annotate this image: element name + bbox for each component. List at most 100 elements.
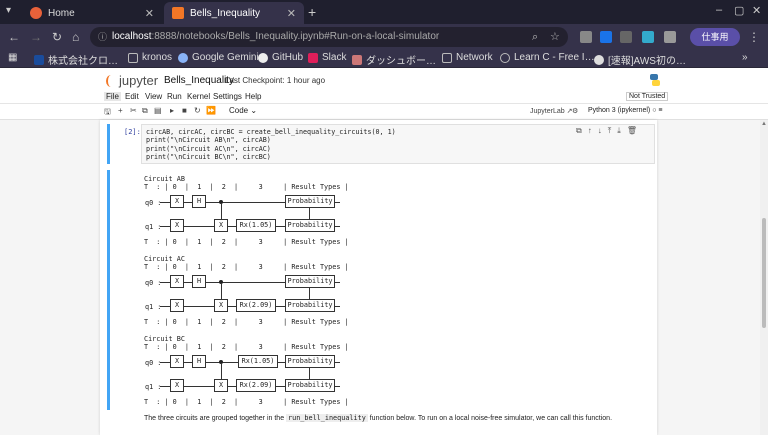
insert-above-icon[interactable]: ⤒	[608, 126, 612, 136]
profile-button[interactable]: 仕事用	[690, 28, 740, 46]
quantum-gate: Rx(2.09)	[236, 299, 276, 312]
bookmark-star-icon[interactable]: ☆	[550, 27, 560, 47]
jupyter-logo[interactable]: jupyter	[106, 73, 158, 88]
jupyterlab-link[interactable]: JupyterLab ↗	[530, 107, 572, 115]
back-icon[interactable]: ←	[8, 30, 20, 44]
minimize-icon[interactable]: –	[716, 4, 722, 16]
result-connector	[309, 208, 310, 219]
menu-settings[interactable]: Settings	[213, 92, 242, 101]
extension-icon[interactable]	[642, 31, 654, 43]
output-collapse-bar[interactable]	[107, 170, 110, 410]
result-probability-box: Probability	[285, 379, 335, 392]
delete-cell-icon[interactable]: 🗑	[627, 126, 637, 136]
extension-icon[interactable]	[620, 31, 632, 43]
folder-icon	[128, 52, 138, 63]
menu-view[interactable]: View	[145, 92, 162, 101]
restart-icon[interactable]: ↻	[194, 106, 201, 115]
bookmark-label: [速報]AWS初の…	[608, 56, 686, 67]
circuit-time-footer: T : | 0 | 1 | 2 | 3 | Result Types |	[144, 238, 349, 246]
zoom-icon[interactable]: ⌕	[532, 27, 538, 47]
bookmark-label: Network	[456, 52, 493, 63]
bookmark-item[interactable]: kronos	[128, 52, 172, 63]
home-tab-icon	[30, 7, 42, 19]
bookmark-label: Learn C - Free I…	[514, 52, 595, 63]
menu-kernel[interactable]: Kernel	[187, 92, 210, 101]
insert-below-icon[interactable]: ⤓	[617, 126, 621, 136]
markdown-paragraph: The three circuits are grouped together …	[144, 414, 612, 422]
quantum-gate: X	[170, 379, 184, 392]
bookmark-item[interactable]: ダッシュボー…	[352, 52, 436, 67]
stop-icon[interactable]: ■	[182, 106, 187, 115]
kernel-indicator[interactable]: Python 3 (ipykernel) ○ ≡	[588, 107, 662, 114]
code-line: circAB, circAC, circBC = create_bell_ine…	[146, 128, 396, 136]
tab-bells-inequality[interactable]: Bells_Inequality ✕	[164, 2, 304, 24]
forward-icon[interactable]: →	[30, 30, 42, 44]
bookmark-icon	[34, 54, 44, 65]
circuit-time-header: T : | 0 | 1 | 2 | 3 | Result Types |	[144, 263, 349, 271]
bookmark-label: kronos	[142, 52, 173, 63]
address-bar[interactable]: ⓘ localhost:8888/notebooks/Bells_Inequal…	[90, 27, 568, 47]
result-connector	[309, 368, 310, 379]
menu-edit[interactable]: Edit	[125, 92, 139, 101]
browser-menu-icon[interactable]: ⋮	[748, 30, 760, 44]
bookmark-item[interactable]: Google Gemini	[178, 52, 259, 63]
scroll-up-icon[interactable]: ▲	[761, 121, 767, 127]
bookmark-item[interactable]: [速報]AWS初の…	[594, 52, 686, 67]
menu-run[interactable]: Run	[167, 92, 182, 101]
extension-icon[interactable]	[580, 31, 592, 43]
scrollbar-thumb[interactable]	[762, 218, 766, 328]
github-icon	[258, 52, 268, 63]
add-cell-icon[interactable]: +	[118, 106, 123, 115]
apps-icon[interactable]: ▦	[8, 52, 17, 63]
home-icon[interactable]: ⌂	[72, 30, 79, 44]
bookmark-item[interactable]: Network	[442, 52, 493, 63]
python-icon	[650, 74, 660, 86]
debugger-icon[interactable]: ⚙	[572, 107, 578, 115]
save-icon[interactable]: 🖫	[104, 106, 111, 120]
duplicate-cell-icon[interactable]: ⧉	[576, 126, 582, 136]
quantum-gate: Rx(1.05)	[236, 219, 276, 232]
fast-forward-icon[interactable]: ⏩	[206, 106, 216, 115]
run-icon[interactable]: ▸	[170, 106, 174, 115]
paste-icon[interactable]: ▤	[154, 106, 162, 115]
code-line: print("\nCircuit AB\n", circAB)	[146, 136, 271, 145]
bookmark-item[interactable]: Learn C - Free I…	[500, 52, 595, 63]
quantum-gate: H	[192, 355, 206, 368]
menu-help[interactable]: Help	[245, 92, 261, 101]
bookmark-label: Google Gemini	[192, 52, 259, 63]
cell-type-select[interactable]: Code ⌄	[229, 106, 257, 115]
url-path: :8888/notebooks/Bells_Inequality.ipynb#R…	[151, 31, 440, 42]
tab-home[interactable]: Home ✕	[22, 2, 162, 24]
gemini-icon	[178, 52, 188, 63]
bookmark-item[interactable]: 株式会社クロ…	[34, 52, 118, 67]
more-bookmarks-icon[interactable]: »	[742, 52, 748, 63]
close-window-icon[interactable]: ✕	[752, 4, 761, 17]
new-tab-icon[interactable]: +	[308, 4, 316, 20]
reload-icon[interactable]: ↻	[52, 30, 62, 44]
result-connector	[309, 288, 310, 299]
move-down-icon[interactable]: ↓	[598, 126, 602, 136]
maximize-icon[interactable]: ▢	[734, 4, 744, 17]
circuit-title: Circuit BC	[144, 335, 185, 343]
move-up-icon[interactable]: ↑	[588, 126, 592, 136]
qubit-label: q1 :	[145, 223, 162, 231]
bookmark-label: GitHub	[272, 52, 304, 63]
copy-icon[interactable]: ⧉	[142, 106, 148, 116]
extension-icon[interactable]	[600, 31, 612, 43]
bookmark-item[interactable]: GitHub	[258, 52, 303, 63]
close-icon[interactable]: ✕	[145, 7, 154, 20]
dashboard-icon	[352, 54, 362, 65]
quantum-gate: Rx(1.05)	[238, 355, 278, 368]
close-icon[interactable]: ✕	[287, 7, 296, 20]
tab-list-icon[interactable]: ▾	[6, 5, 11, 16]
site-info-icon[interactable]: ⓘ	[98, 27, 107, 47]
cut-icon[interactable]: ✂	[130, 106, 137, 115]
circuit-time-footer: T : | 0 | 1 | 2 | 3 | Result Types |	[144, 318, 349, 326]
menu-file[interactable]: File	[104, 92, 121, 101]
trust-indicator[interactable]: Not Trusted	[626, 92, 669, 101]
quantum-gate: X	[214, 379, 228, 392]
tab-title: Home	[48, 7, 75, 19]
notebook-name[interactable]: Bells_Inequality	[164, 75, 234, 86]
extensions-puzzle-icon[interactable]	[664, 31, 676, 43]
bookmark-item[interactable]: Slack	[308, 52, 346, 63]
